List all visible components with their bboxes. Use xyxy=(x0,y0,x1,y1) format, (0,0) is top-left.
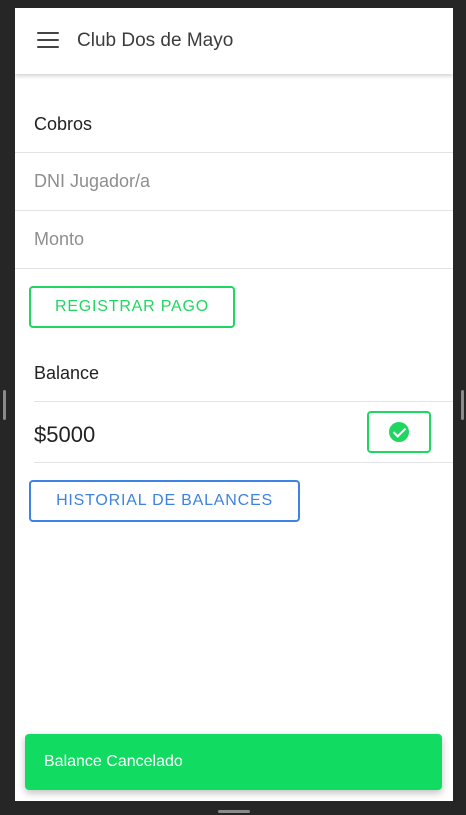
right-resize-handle[interactable] xyxy=(461,390,464,420)
bottom-resize-handle[interactable] xyxy=(218,810,250,813)
toast-message: Balance Cancelado xyxy=(44,753,183,770)
app-bar: Club Dos de Mayo xyxy=(15,8,453,74)
app-screen: Club Dos de Mayo Cobros REGISTRAR PAGO B… xyxy=(15,8,453,801)
divider xyxy=(34,401,453,402)
device-frame: Club Dos de Mayo Cobros REGISTRAR PAGO B… xyxy=(0,0,466,815)
divider xyxy=(34,462,453,463)
register-payment-button[interactable]: REGISTRAR PAGO xyxy=(29,286,235,328)
divider xyxy=(15,152,453,153)
divider xyxy=(15,268,453,269)
balance-history-button[interactable]: HISTORIAL DE BALANCES xyxy=(29,480,300,522)
cobros-title: Cobros xyxy=(34,114,93,134)
dni-input[interactable] xyxy=(34,161,434,201)
balance-title: Balance xyxy=(34,363,100,383)
left-resize-handle[interactable] xyxy=(3,390,6,420)
check-circle-icon xyxy=(389,422,409,442)
monto-input[interactable] xyxy=(34,219,434,259)
hamburger-menu-icon[interactable] xyxy=(37,32,59,48)
confirm-balance-button[interactable] xyxy=(367,411,431,453)
snackbar-toast: Balance Cancelado xyxy=(25,734,442,790)
balance-amount: $5000 xyxy=(34,422,96,447)
app-title: Club Dos de Mayo xyxy=(77,30,234,51)
divider xyxy=(15,210,453,211)
